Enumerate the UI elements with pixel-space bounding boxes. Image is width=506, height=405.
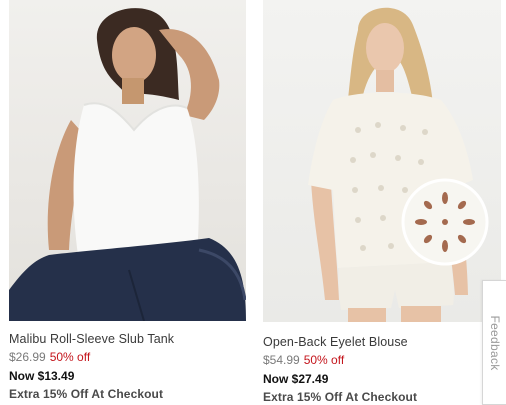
feedback-tab[interactable]: Feedback: [482, 280, 506, 405]
product-photo-blouse: [308, 7, 489, 322]
product-photo-tank: [9, 8, 246, 321]
discount-label: 50% off: [303, 353, 345, 367]
discount-label: 50% off: [49, 350, 91, 364]
price-row: $26.99 50% off: [9, 350, 90, 364]
product-name[interactable]: Open-Back Eyelet Blouse: [263, 335, 408, 349]
product-image[interactable]: [9, 0, 246, 321]
price-row: $54.99 50% off: [263, 353, 344, 367]
original-price: $54.99: [263, 353, 300, 367]
sale-price: Now $13.49: [9, 369, 75, 383]
promo-text: Extra 15% Off At Checkout: [263, 390, 418, 404]
product-card[interactable]: Open-Back Eyelet Blouse $54.99 50% off No…: [263, 0, 501, 404]
product-image[interactable]: [263, 0, 501, 322]
sale-price: Now $27.49: [263, 372, 329, 386]
product-name[interactable]: Malibu Roll-Sleeve Slub Tank: [9, 332, 174, 346]
original-price: $26.99: [9, 350, 46, 364]
product-card[interactable]: Malibu Roll-Sleeve Slub Tank $26.99 50% o…: [9, 0, 246, 401]
feedback-label: Feedback: [487, 314, 502, 371]
promo-text: Extra 15% Off At Checkout: [9, 387, 164, 401]
